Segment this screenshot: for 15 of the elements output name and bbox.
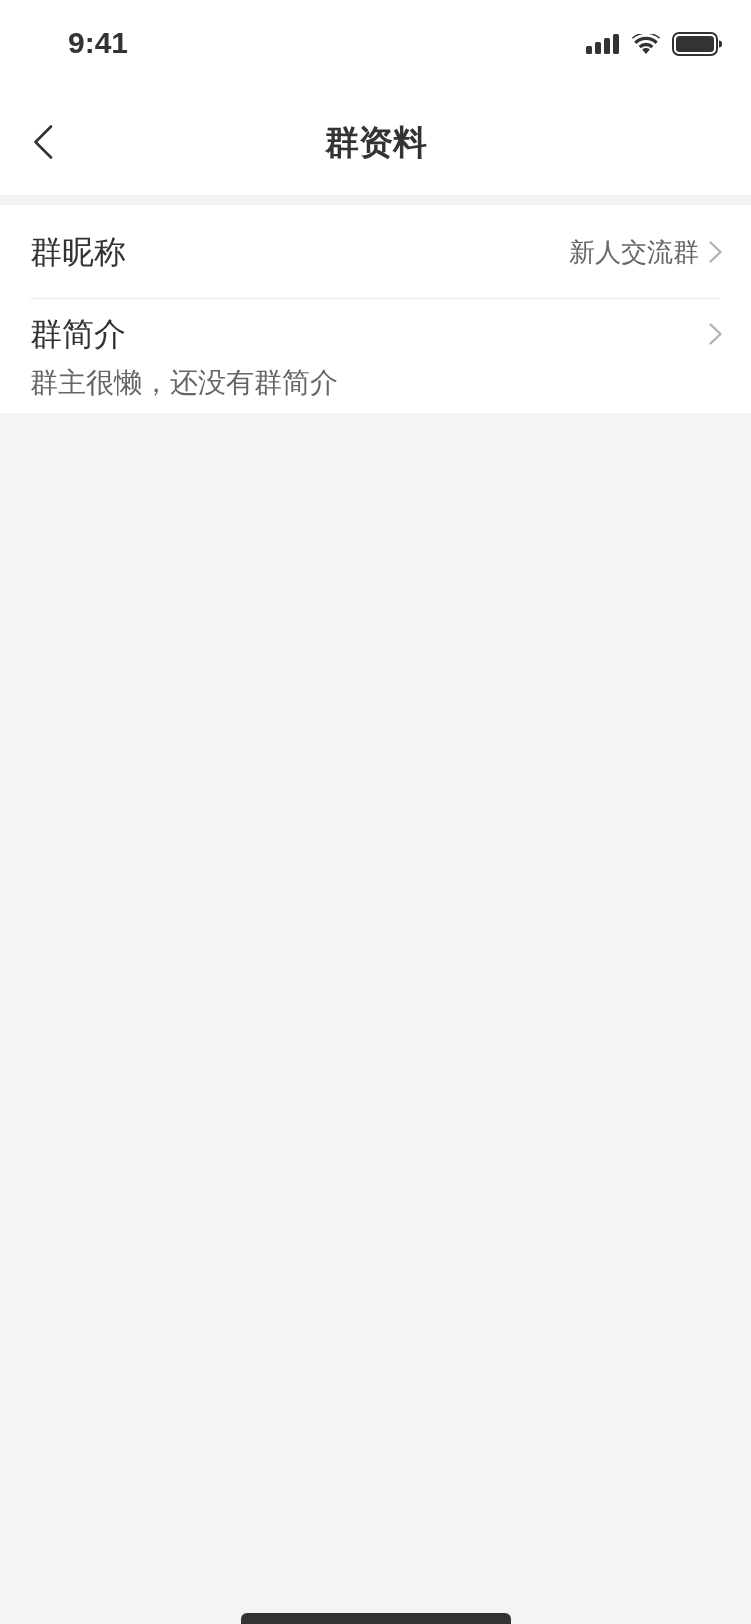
back-chevron-icon [33, 125, 53, 159]
row-value: 新人交流群 [569, 235, 699, 269]
settings-row[interactable]: 群简介 群主很懒，还没有群简介 [0, 299, 751, 413]
back-button[interactable] [33, 125, 53, 159]
chevron-right-icon [709, 323, 722, 345]
battery-icon [672, 32, 722, 56]
settings-row[interactable]: 群昵称 新人交流群 [0, 205, 751, 298]
signal-icon [586, 34, 620, 54]
row-description: 群主很懒，还没有群简介 [30, 365, 339, 401]
wifi-icon [632, 34, 660, 54]
row-label: 群简介 [30, 314, 126, 355]
row-label: 群昵称 [30, 231, 126, 273]
page-title: 群资料 [324, 120, 427, 164]
status-time: 9:41 [68, 26, 129, 60]
chevron-right-icon [709, 240, 722, 263]
